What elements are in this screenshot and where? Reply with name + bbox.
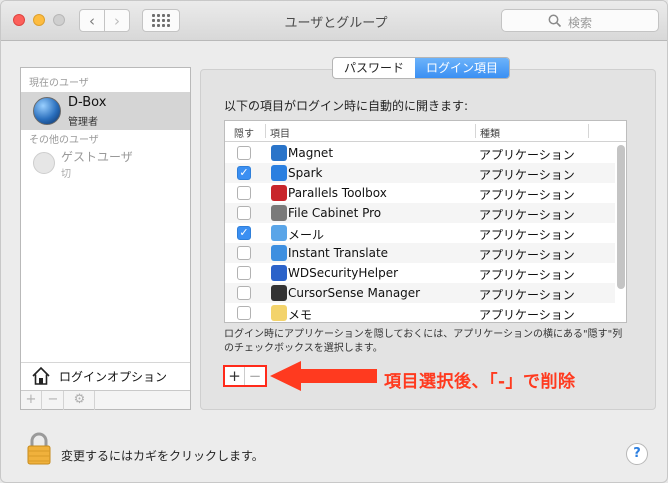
hide-checkbox[interactable] bbox=[237, 306, 251, 320]
window: ‹ › ユーザとグループ 検索 現在のユーザ D-Box 管理者 その他のユーザ… bbox=[0, 0, 668, 483]
table-row[interactable]: ✓ メール アプリケーション bbox=[225, 223, 615, 243]
search-placeholder: 検索 bbox=[568, 16, 593, 30]
item-name: メール bbox=[288, 228, 325, 242]
item-name: Instant Translate bbox=[288, 246, 389, 260]
table-row[interactable]: File Cabinet Pro アプリケーション bbox=[225, 203, 615, 223]
guest-avatar bbox=[33, 152, 55, 174]
intro-text: 以下の項目がログイン時に自動的に開きます: bbox=[224, 99, 469, 113]
item-kind: アプリケーション bbox=[479, 248, 575, 262]
user-list: 現在のユーザ D-Box 管理者 その他のユーザ ゲストユーザ 切 ログインオプ… bbox=[20, 67, 191, 410]
grid-icon bbox=[152, 14, 170, 27]
hide-checkbox[interactable] bbox=[237, 206, 251, 220]
guest-status: 切 bbox=[61, 169, 71, 180]
table-row[interactable]: WDSecurityHelper アプリケーション bbox=[225, 263, 615, 283]
table-row[interactable]: Parallels Toolbox アプリケーション bbox=[225, 183, 615, 203]
hide-checkbox[interactable] bbox=[237, 266, 251, 280]
hide-checkbox[interactable] bbox=[237, 146, 251, 160]
hide-checkbox[interactable]: ✓ bbox=[237, 166, 251, 180]
user-role: 管理者 bbox=[68, 117, 98, 128]
item-name: メモ bbox=[288, 308, 313, 322]
item-name: File Cabinet Pro bbox=[288, 206, 382, 220]
zoom-button[interactable] bbox=[53, 14, 65, 26]
chevron-left-icon: ‹ bbox=[89, 11, 95, 30]
user-name: D-Box bbox=[68, 95, 107, 110]
tab-login-items[interactable]: ログイン項目 bbox=[415, 58, 510, 78]
other-users-label: その他のユーザ bbox=[29, 135, 99, 146]
help-button[interactable]: ? bbox=[626, 443, 648, 465]
item-name: WDSecurityHelper bbox=[288, 266, 399, 280]
scrollbar[interactable] bbox=[617, 145, 625, 289]
search-icon bbox=[548, 14, 562, 28]
window-title: ユーザとグループ bbox=[284, 16, 388, 31]
tab-bar: パスワード ログイン項目 bbox=[332, 57, 511, 79]
chevron-right-icon: › bbox=[114, 11, 120, 30]
minimize-button[interactable] bbox=[33, 14, 45, 26]
hint-text: ログイン時にアプリケーションを隠しておくには、アプリケーションの横にある"隠す"… bbox=[224, 329, 623, 354]
magnet-icon bbox=[271, 145, 287, 161]
item-kind: アプリケーション bbox=[479, 268, 575, 282]
user-item-guest[interactable]: ゲストユーザ 切 bbox=[21, 148, 190, 182]
item-name: Parallels Toolbox bbox=[288, 186, 387, 200]
remove-item-button[interactable]: − bbox=[245, 367, 265, 385]
annotation-arrow bbox=[270, 361, 377, 391]
instant-translate-icon bbox=[271, 245, 287, 261]
item-name: CursorSense Manager bbox=[288, 286, 421, 300]
table-header: 隠す 項目 種類 bbox=[225, 121, 626, 142]
remove-user-button[interactable]: − bbox=[43, 391, 64, 410]
forward-button[interactable]: › bbox=[104, 9, 130, 32]
cursorsense-icon bbox=[271, 285, 287, 301]
avatar bbox=[33, 97, 61, 125]
user-item-current[interactable]: D-Box 管理者 bbox=[21, 92, 190, 130]
column-hide[interactable]: 隠す bbox=[234, 125, 254, 140]
titlebar: ‹ › ユーザとグループ 検索 bbox=[1, 1, 667, 41]
item-kind: アプリケーション bbox=[479, 308, 575, 322]
login-items-table: 隠す 項目 種類 Magnet アプリケーション ✓ Spark アプリケーション Par… bbox=[224, 120, 627, 323]
current-users-label: 現在のユーザ bbox=[29, 78, 89, 89]
hide-checkbox[interactable] bbox=[237, 286, 251, 300]
guest-name: ゲストユーザ bbox=[61, 150, 133, 164]
login-options-label: ログインオプション bbox=[59, 370, 168, 384]
add-user-button[interactable]: + bbox=[21, 391, 42, 410]
search-input[interactable]: 検索 bbox=[501, 9, 659, 32]
table-body: Magnet アプリケーション ✓ Spark アプリケーション Parallels To… bbox=[225, 143, 615, 322]
lock-text: 変更するにはカギをクリックします。 bbox=[61, 449, 264, 463]
table-row[interactable]: ✓ Spark アプリケーション bbox=[225, 163, 615, 183]
table-row[interactable]: CursorSense Manager アプリケーション bbox=[225, 283, 615, 303]
hide-checkbox[interactable]: ✓ bbox=[237, 226, 251, 240]
lock-icon[interactable] bbox=[26, 432, 52, 466]
hide-checkbox[interactable] bbox=[237, 186, 251, 200]
table-row[interactable]: メモ アプリケーション bbox=[225, 303, 615, 322]
file-cabinet-icon bbox=[271, 205, 287, 221]
wd-security-icon bbox=[271, 265, 287, 281]
item-kind: アプリケーション bbox=[479, 208, 575, 222]
item-kind: アプリケーション bbox=[479, 228, 575, 242]
table-row[interactable]: Instant Translate アプリケーション bbox=[225, 243, 615, 263]
item-kind: アプリケーション bbox=[479, 168, 575, 182]
notes-icon bbox=[271, 305, 287, 321]
item-kind: アプリケーション bbox=[479, 148, 575, 162]
login-options-item[interactable]: ログインオプション bbox=[21, 362, 190, 388]
annotation-text: 項目選択後、「-」で削除 bbox=[384, 372, 576, 392]
mail-icon bbox=[271, 225, 287, 241]
close-button[interactable] bbox=[13, 14, 25, 26]
column-item[interactable]: 項目 bbox=[270, 125, 290, 140]
item-name: Magnet bbox=[288, 146, 334, 160]
add-item-button[interactable]: + bbox=[225, 367, 245, 385]
house-icon bbox=[32, 366, 50, 385]
column-kind[interactable]: 種類 bbox=[480, 125, 500, 140]
item-kind: アプリケーション bbox=[479, 188, 575, 202]
add-remove-control: + − bbox=[223, 365, 267, 387]
parallels-toolbox-icon bbox=[271, 185, 287, 201]
gear-button[interactable]: ⚙ bbox=[65, 391, 95, 410]
spark-icon bbox=[271, 165, 287, 181]
item-name: Spark bbox=[288, 166, 323, 180]
gear-icon: ⚙ bbox=[73, 392, 86, 407]
hide-checkbox[interactable] bbox=[237, 246, 251, 260]
tab-password[interactable]: パスワード bbox=[333, 58, 415, 78]
show-all-button[interactable] bbox=[142, 9, 180, 32]
item-kind: アプリケーション bbox=[479, 288, 575, 302]
sidebar-toolbar: + − ⚙ bbox=[21, 390, 190, 410]
table-row[interactable]: Magnet アプリケーション bbox=[225, 143, 615, 163]
back-button[interactable]: ‹ bbox=[79, 9, 105, 32]
